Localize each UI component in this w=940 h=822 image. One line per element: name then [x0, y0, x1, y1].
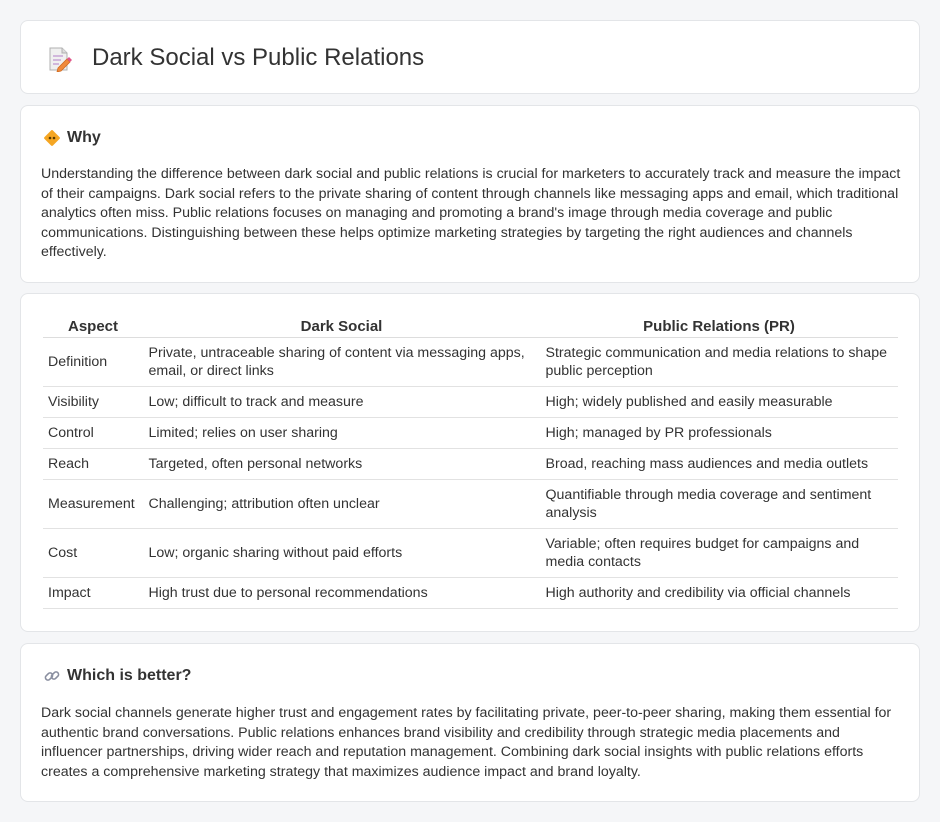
pr-cell: Quantifiable through media coverage and …	[539, 479, 898, 529]
pr-cell: Broad, reaching mass audiences and media…	[539, 448, 898, 480]
aspect-cell: Visibility	[43, 386, 143, 418]
table-row: Visibility Low; difficult to track and m…	[43, 386, 898, 418]
aspect-cell: Impact	[43, 577, 143, 609]
why-section: Why Understanding the difference between…	[20, 105, 920, 283]
dark-social-cell: High trust due to personal recommendatio…	[142, 577, 540, 609]
diamond-sign-icon	[44, 130, 60, 146]
column-header-aspect: Aspect	[43, 315, 143, 338]
dark-social-cell: Challenging; attribution often unclear	[142, 479, 540, 529]
dark-social-cell: Low; organic sharing without paid effort…	[142, 528, 540, 578]
header-card: Dark Social vs Public Relations	[20, 20, 920, 94]
dark-social-cell: Low; difficult to track and measure	[142, 386, 540, 418]
pr-cell: High; managed by PR professionals	[539, 417, 898, 449]
dark-social-cell: Targeted, often personal networks	[142, 448, 540, 480]
pr-cell: High; widely published and easily measur…	[539, 386, 898, 418]
table-row: Measurement Challenging; attribution oft…	[43, 479, 898, 529]
why-title: Why	[67, 129, 101, 146]
which-is-better-section: Which is better? Dark social channels ge…	[20, 643, 920, 802]
aspect-cell: Definition	[43, 337, 143, 387]
table-row: Definition Private, untraceable sharing …	[43, 337, 898, 387]
better-body: Dark social channels generate higher tru…	[41, 705, 892, 780]
table-header-row: Aspect Dark Social Public Relations (PR)	[43, 315, 898, 338]
column-header-pr: Public Relations (PR)	[540, 315, 898, 338]
why-body: Understanding the difference between dar…	[41, 166, 901, 260]
document-pencil-icon	[49, 47, 72, 72]
better-title: Which is better?	[67, 667, 192, 684]
aspect-cell: Control	[43, 417, 143, 449]
table-row: Reach Targeted, often personal networks …	[43, 448, 898, 480]
table-row: Cost Low; organic sharing without paid e…	[43, 528, 898, 578]
table-row: Control Limited; relies on user sharing …	[43, 417, 898, 449]
link-icon	[44, 671, 60, 681]
pr-cell: Variable; often requires budget for camp…	[539, 528, 898, 578]
better-heading: Which is better?	[43, 666, 191, 686]
dark-social-cell: Private, untraceable sharing of content …	[142, 337, 540, 387]
aspect-cell: Reach	[43, 448, 143, 480]
pr-cell: Strategic communication and media relati…	[539, 337, 898, 387]
dark-social-cell: Limited; relies on user sharing	[142, 417, 540, 449]
aspect-cell: Measurement	[43, 479, 143, 529]
comparison-section: Aspect Dark Social Public Relations (PR)…	[20, 293, 920, 632]
page-title: Dark Social vs Public Relations	[92, 44, 425, 71]
table-row: Impact High trust due to personal recomm…	[43, 577, 898, 609]
aspect-cell: Cost	[43, 528, 143, 578]
pr-cell: High authority and credibility via offic…	[539, 577, 898, 609]
column-header-dark-social: Dark Social	[143, 315, 540, 338]
comparison-table: Aspect Dark Social Public Relations (PR)…	[43, 315, 898, 609]
why-heading: Why	[43, 128, 101, 148]
